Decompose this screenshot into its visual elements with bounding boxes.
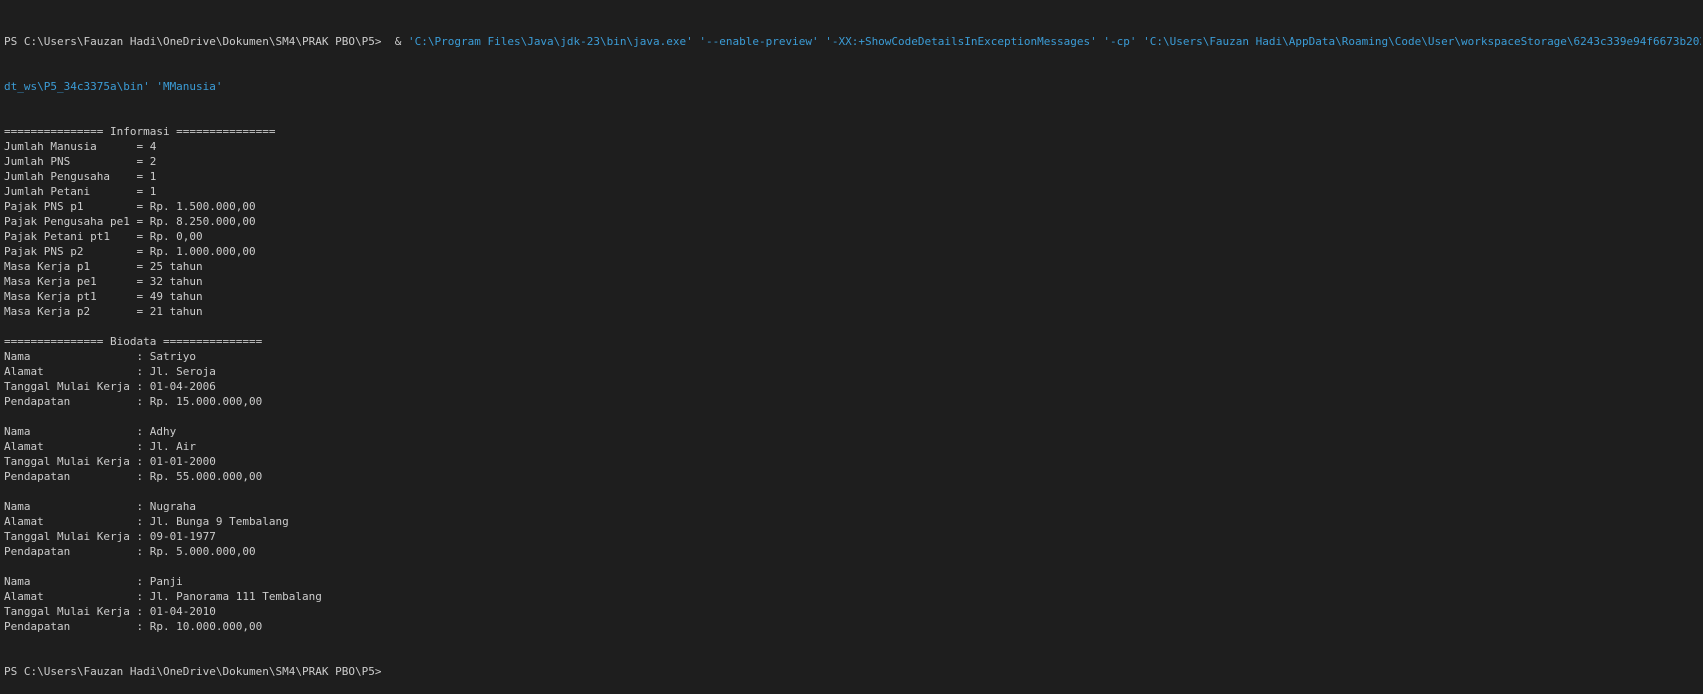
command-line-1: PS C:\Users\Fauzan Hadi\OneDrive\Dokumen… bbox=[4, 34, 1701, 49]
output-line: =============== Informasi ==============… bbox=[4, 125, 276, 138]
output-line: Alamat : Jl. Bunga 9 Tembalang bbox=[4, 515, 289, 528]
output-line: Pendapatan : Rp. 15.000.000,00 bbox=[4, 395, 263, 408]
output-line: Pendapatan : Rp. 5.000.000,00 bbox=[4, 545, 256, 558]
output-line: Jumlah Petani = 1 bbox=[4, 185, 157, 198]
output-line: Nama : Nugraha bbox=[4, 500, 197, 513]
output-line: Masa Kerja pt1 = 49 tahun bbox=[4, 290, 203, 303]
output-line: Nama : Adhy bbox=[4, 425, 177, 438]
command-arguments-continued: dt_ws\P5_34c3375a\bin' 'MManusia' bbox=[4, 80, 223, 93]
output-line: Nama : Panji bbox=[4, 575, 183, 588]
output-line: Nama : Satriyo bbox=[4, 350, 197, 363]
output-line: Pendapatan : Rp. 55.000.000,00 bbox=[4, 470, 263, 483]
output-line: Jumlah Pengusaha = 1 bbox=[4, 170, 157, 183]
command-prompt: PS C:\Users\Fauzan Hadi\OneDrive\Dokumen… bbox=[4, 35, 389, 48]
call-operator: & bbox=[388, 35, 408, 48]
output-line: Alamat : Jl. Air bbox=[4, 440, 197, 453]
output-line: Tanggal Mulai Kerja : 01-04-2006 bbox=[4, 380, 216, 393]
output-line: Masa Kerja p2 = 21 tahun bbox=[4, 305, 203, 318]
output-line: Tanggal Mulai Kerja : 01-01-2000 bbox=[4, 455, 216, 468]
output-line: Pajak PNS p1 = Rp. 1.500.000,00 bbox=[4, 200, 256, 213]
command-arguments: 'C:\Program Files\Java\jdk-23\bin\java.e… bbox=[407, 35, 1701, 48]
command-line-2: dt_ws\P5_34c3375a\bin' 'MManusia' bbox=[4, 79, 1701, 94]
output-line: Tanggal Mulai Kerja : 01-04-2010 bbox=[4, 605, 216, 618]
output-line: Jumlah PNS = 2 bbox=[4, 155, 157, 168]
output-line: =============== Biodata =============== bbox=[4, 335, 263, 348]
final-prompt[interactable]: PS C:\Users\Fauzan Hadi\OneDrive\Dokumen… bbox=[4, 664, 1701, 679]
output-line: Tanggal Mulai Kerja : 09-01-1977 bbox=[4, 530, 216, 543]
output-line: Pajak PNS p2 = Rp. 1.000.000,00 bbox=[4, 245, 256, 258]
output-line: Pendapatan : Rp. 10.000.000,00 bbox=[4, 620, 263, 633]
output-line: Alamat : Jl. Panorama 111 Tembalang bbox=[4, 590, 322, 603]
output-line: Jumlah Manusia = 4 bbox=[4, 140, 157, 153]
output-line: Pajak Petani pt1 = Rp. 0,00 bbox=[4, 230, 203, 243]
output-line: Alamat : Jl. Seroja bbox=[4, 365, 216, 378]
program-output: =============== Informasi ==============… bbox=[4, 124, 1701, 634]
output-line: Masa Kerja pe1 = 32 tahun bbox=[4, 275, 203, 288]
terminal-panel[interactable]: PS C:\Users\Fauzan Hadi\OneDrive\Dokumen… bbox=[4, 4, 1701, 694]
output-line: Pajak Pengusaha pe1 = Rp. 8.250.000,00 bbox=[4, 215, 256, 228]
output-line: Masa Kerja p1 = 25 tahun bbox=[4, 260, 203, 273]
